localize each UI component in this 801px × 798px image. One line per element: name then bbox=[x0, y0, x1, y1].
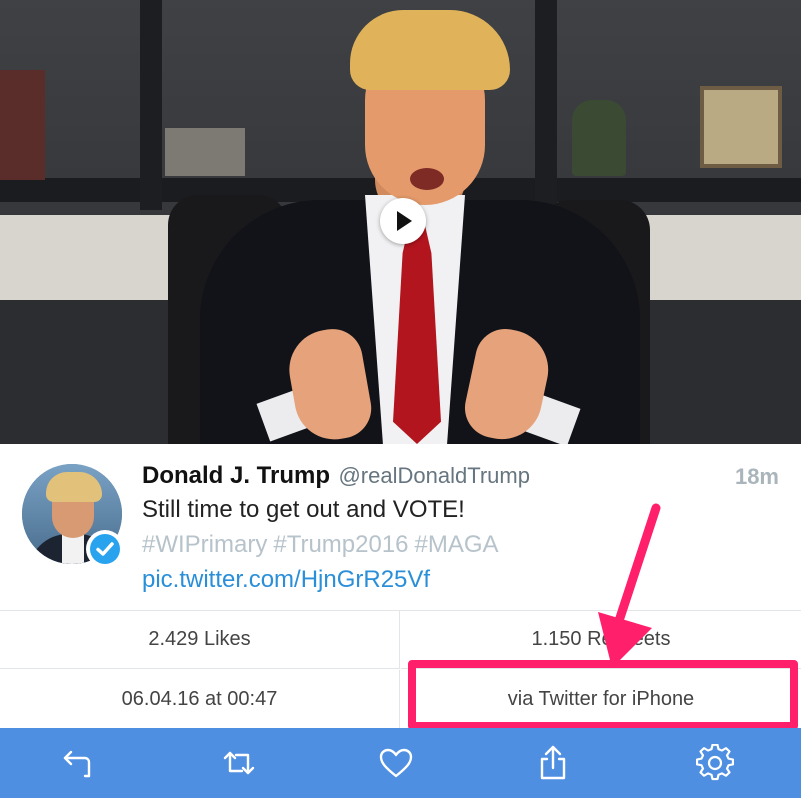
studio-sign bbox=[0, 70, 45, 180]
play-icon bbox=[397, 211, 412, 231]
hashtags: #WIPrimary #Trump2016 #MAGA bbox=[142, 531, 505, 559]
verified-badge bbox=[86, 530, 124, 568]
hashtag-link[interactable]: #WIPrimary bbox=[142, 531, 267, 558]
arrow-down-icon bbox=[598, 503, 661, 668]
verified-badge-icon bbox=[90, 534, 120, 564]
heart-icon bbox=[379, 748, 413, 778]
media-link[interactable]: pic.twitter.com/HjnGrR25Vf bbox=[142, 566, 430, 594]
tweet-source: via Twitter for iPhone bbox=[401, 670, 801, 728]
retweet-button[interactable] bbox=[216, 740, 262, 786]
tweet-video[interactable] bbox=[0, 0, 801, 444]
share-icon bbox=[540, 745, 566, 780]
reply-icon bbox=[63, 750, 91, 778]
display-name[interactable]: Donald J. Trump bbox=[142, 462, 330, 489]
tweet-age: 18m bbox=[734, 464, 779, 489]
tweet-card: Donald J. Trump @realDonaldTrump 18m Sti… bbox=[0, 444, 801, 610]
retweet-icon bbox=[223, 751, 255, 775]
settings-button[interactable] bbox=[692, 740, 738, 786]
hashtag-link[interactable]: #MAGA bbox=[415, 531, 499, 558]
share-button[interactable] bbox=[530, 740, 576, 786]
hashtag-link[interactable]: #Trump2016 bbox=[273, 531, 408, 558]
likes-count[interactable]: 2.429 Likes bbox=[0, 611, 400, 669]
settings-gear-icon bbox=[696, 744, 734, 781]
like-button[interactable] bbox=[373, 740, 419, 786]
user-handle[interactable]: @realDonaldTrump bbox=[338, 463, 529, 488]
author-row[interactable]: Donald J. Trump @realDonaldTrump bbox=[142, 462, 530, 492]
reply-button[interactable] bbox=[57, 740, 103, 786]
play-button[interactable] bbox=[380, 198, 426, 244]
tweet-text: Still time to get out and VOTE! bbox=[142, 496, 465, 523]
tweet-stats: 2.429 Likes 1.150 Retweets 06.04.16 at 0… bbox=[0, 610, 801, 728]
tweet-date: 06.04.16 at 00:47 bbox=[0, 670, 400, 728]
bottom-toolbar bbox=[0, 728, 801, 798]
